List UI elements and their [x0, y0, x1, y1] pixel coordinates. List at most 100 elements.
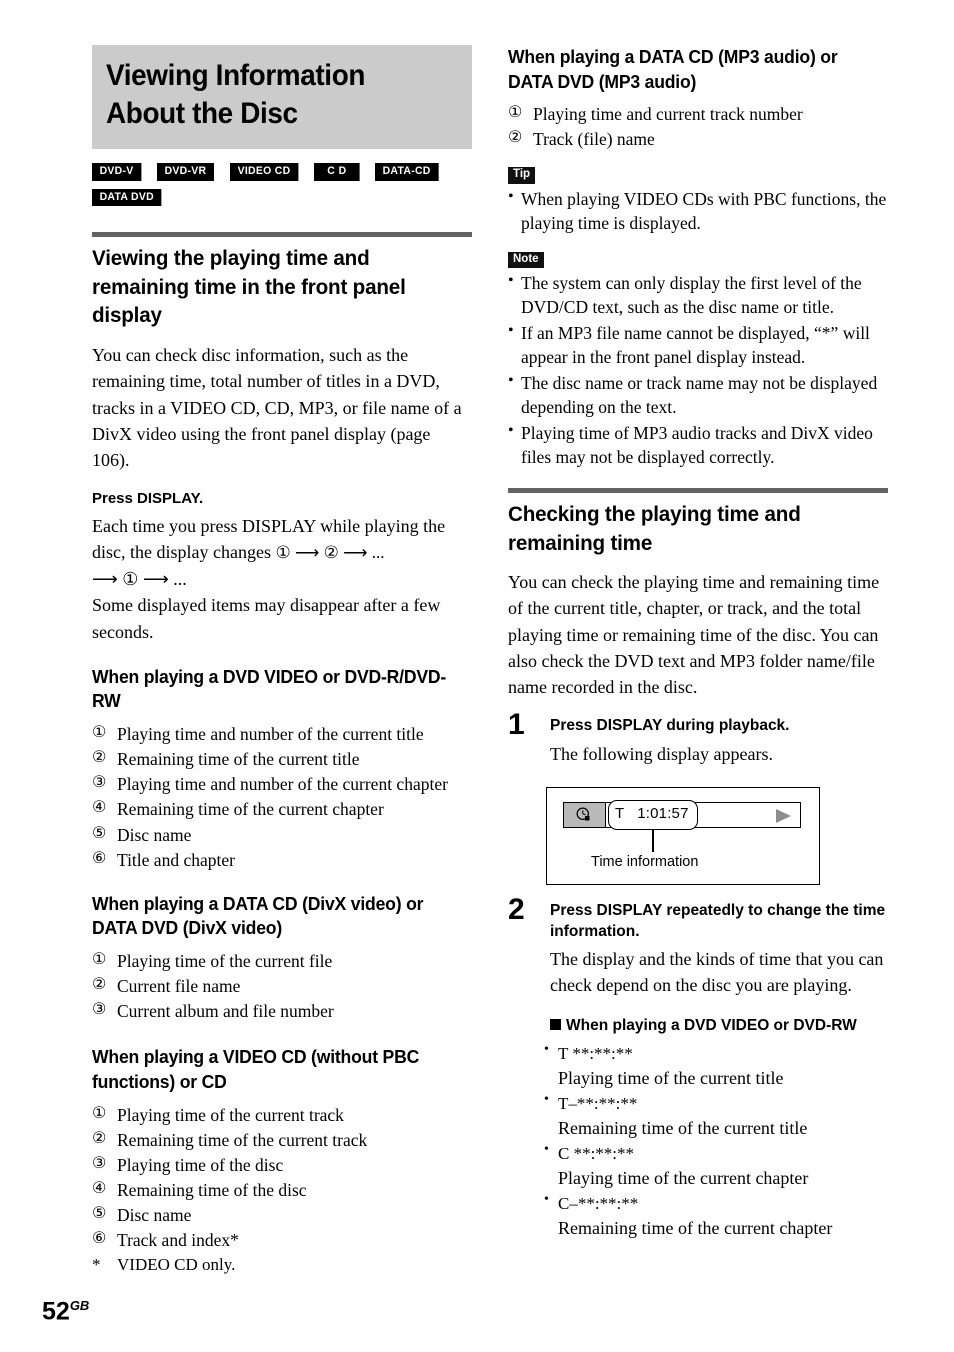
list-item-label: Playing time of the current track	[117, 1104, 344, 1125]
list-item: ② Remaining time of the current title	[92, 747, 472, 771]
circled-number-icon: ⑥	[92, 849, 107, 867]
list-mp3: ① Playing time and current track number ②…	[508, 102, 888, 151]
list-item: If an MP3 file name cannot be displayed,…	[508, 320, 888, 370]
circled-number-icon: ②	[92, 976, 107, 994]
list-item: ④ Remaining time of the disc	[92, 1178, 472, 1202]
list-item-label: Disc name	[117, 1205, 192, 1226]
step-2: 2 Press DISPLAY repeatedly to change the…	[508, 895, 888, 1036]
list-item: ⑤ Disc name	[92, 823, 472, 847]
circled-number-icon: ③	[92, 1154, 107, 1172]
circled-number-icon: ⑤	[92, 824, 107, 842]
list-item: ② Track (file) name	[508, 127, 888, 151]
circled-number-icon: ①	[92, 723, 107, 741]
play-triangle-icon	[776, 809, 791, 824]
list-item-label: Playing time and current track number	[533, 104, 803, 125]
list-item-label: Remaining time of the current chapter	[117, 799, 384, 820]
tip-badge: Tip	[508, 167, 536, 184]
footnote-video-cd: * VIDEO CD only.	[92, 1254, 472, 1276]
section-heading-front-panel: Viewing the playing time and remaining t…	[92, 246, 406, 328]
circled-number-icon: ②	[92, 1129, 107, 1147]
list-item-label: Current file name	[117, 976, 241, 997]
list-item-label: Track (file) name	[533, 129, 655, 150]
disc-badge-video-cd: VIDEO CD	[229, 163, 298, 181]
heading-dvd-video: When playing a DVD VIDEO or DVD-R/DVD-RW	[92, 665, 447, 712]
figure-caption: Time information	[591, 854, 699, 871]
page-region-suffix: GB	[69, 1297, 90, 1313]
list-item: ④ Remaining time of the current chapter	[92, 797, 472, 821]
disc-badge-data-dvd: DATA DVD	[92, 188, 162, 207]
list-item: ① Playing time and current track number	[508, 102, 888, 126]
list-dvd-video: ① Playing time and number of the current …	[92, 722, 472, 872]
front-panel-display: T 1:01:57	[563, 800, 801, 831]
list-item: The disc name or track name may not be d…	[508, 370, 888, 420]
front-panel-display-figure: T 1:01:57 Time information	[546, 787, 820, 886]
circled-number-icon: ①	[92, 1104, 107, 1122]
time-format-desc: Playing time of the current title	[558, 1067, 784, 1088]
heading-mp3: When playing a DATA CD (MP3 audio) or DA…	[508, 46, 838, 92]
list-item: T **:**:** Playing time of the current t…	[544, 1041, 888, 1091]
list-item-label: Disc name	[117, 824, 192, 845]
disc-badge-data-cd: DATA-CD	[375, 163, 439, 181]
list-item-label: Playing time of the disc	[117, 1154, 284, 1175]
step-body: The following display appears.	[550, 743, 773, 764]
list-item: ① Playing time of the current file	[92, 949, 472, 973]
time-format-desc: Remaining time of the current chapter	[558, 1218, 833, 1239]
circled-number-icon: ①	[508, 104, 523, 122]
clock-icon	[576, 807, 590, 821]
page-number: 52GB	[42, 1299, 89, 1324]
step-body: The display and the kinds of time that y…	[550, 949, 884, 995]
left-column: Viewing Information About the Disc DVD-V…	[92, 45, 472, 1277]
footnote-marker: *	[92, 1255, 101, 1275]
callout-leader-line	[652, 830, 654, 853]
section-rule	[508, 487, 888, 493]
step-1: 1 Press DISPLAY during playback. The fol…	[508, 710, 888, 767]
note-badge: Note	[508, 251, 544, 268]
disc-badge-list: DVD-V DVD-VR VIDEO CD CD DATA-CD DATA DV…	[92, 163, 472, 214]
press-display-body-1: Each time you press DISPLAY while playin…	[92, 513, 472, 566]
list-item: C **:**:** Playing time of the current c…	[544, 1141, 888, 1191]
list-divx: ① Playing time of the current file ② Curre…	[92, 949, 472, 1023]
list-item-label: Playing time and number of the current t…	[117, 723, 424, 744]
list-item-label: Playing time of the current file	[117, 950, 333, 971]
list-item-label: Current album and file number	[117, 1001, 334, 1022]
disc-badge-dvd-vr: DVD-VR	[156, 163, 214, 181]
list-item: ⑤ Disc name	[92, 1203, 472, 1227]
circled-number-icon: ④	[92, 799, 107, 817]
list-item: ③ Playing time of the disc	[92, 1153, 472, 1177]
list-item: The system can only display the first le…	[508, 270, 888, 320]
press-display-heading: Press DISPLAY.	[92, 490, 204, 508]
list-item: Playing time of MP3 audio tracks and Div…	[508, 420, 888, 470]
circled-number-icon: ②	[508, 129, 523, 147]
list-item: ③ Playing time and number of the current …	[92, 772, 472, 796]
time-format-code: C **:**:**	[544, 1141, 888, 1166]
time-format-desc: Remaining time of the current title	[558, 1117, 808, 1138]
checking-body-paragraph: You can check the playing time and remai…	[508, 572, 880, 698]
display-sequence-2: ⟶ ① ⟶ ...	[92, 568, 187, 589]
footnote-text: VIDEO CD only.	[117, 1255, 236, 1275]
list-item-label: Remaining time of the current track	[117, 1129, 368, 1150]
circled-number-icon: ②	[92, 749, 107, 767]
list-item-label: Remaining time of the current title	[117, 749, 360, 770]
heading-video-cd: When playing a VIDEO CD (without PBC fun…	[92, 1046, 420, 1092]
circled-number-icon: ④	[92, 1180, 107, 1198]
press-display-text: Each time you press DISPLAY while playin…	[92, 515, 446, 563]
list-video-cd: ① Playing time of the current track ② Rema…	[92, 1103, 472, 1253]
time-format-code: C–**:**:**	[544, 1191, 888, 1216]
list-item-label: Title and chapter	[117, 849, 235, 870]
right-column: When playing a DATA CD (MP3 audio) or DA…	[508, 45, 888, 1243]
disc-badge-cd: CD	[314, 163, 360, 181]
section-heading-checking-time: Checking the playing time and remaining …	[508, 501, 801, 555]
time-format-desc: Playing time of the current chapter	[558, 1168, 809, 1189]
document-page: Viewing Information About the Disc DVD-V…	[0, 0, 954, 1352]
list-item-label: Remaining time of the disc	[117, 1180, 307, 1201]
list-item: ② Current file name	[92, 974, 472, 998]
tip-list: When playing VIDEO CDs with PBC function…	[508, 186, 888, 236]
list-item: T–**:**:** Remaining time of the current…	[544, 1091, 888, 1141]
list-item: ② Remaining time of the current track	[92, 1128, 472, 1152]
heading-label: When playing a DVD VIDEO or DVD-RW	[566, 1017, 857, 1035]
circled-number-icon: ③	[92, 1001, 107, 1019]
square-bullet-icon	[550, 1019, 561, 1031]
list-item: ⑥ Title and chapter	[92, 848, 472, 872]
section-rule	[92, 232, 472, 238]
list-item: ⑥ Track and index*	[92, 1228, 472, 1252]
